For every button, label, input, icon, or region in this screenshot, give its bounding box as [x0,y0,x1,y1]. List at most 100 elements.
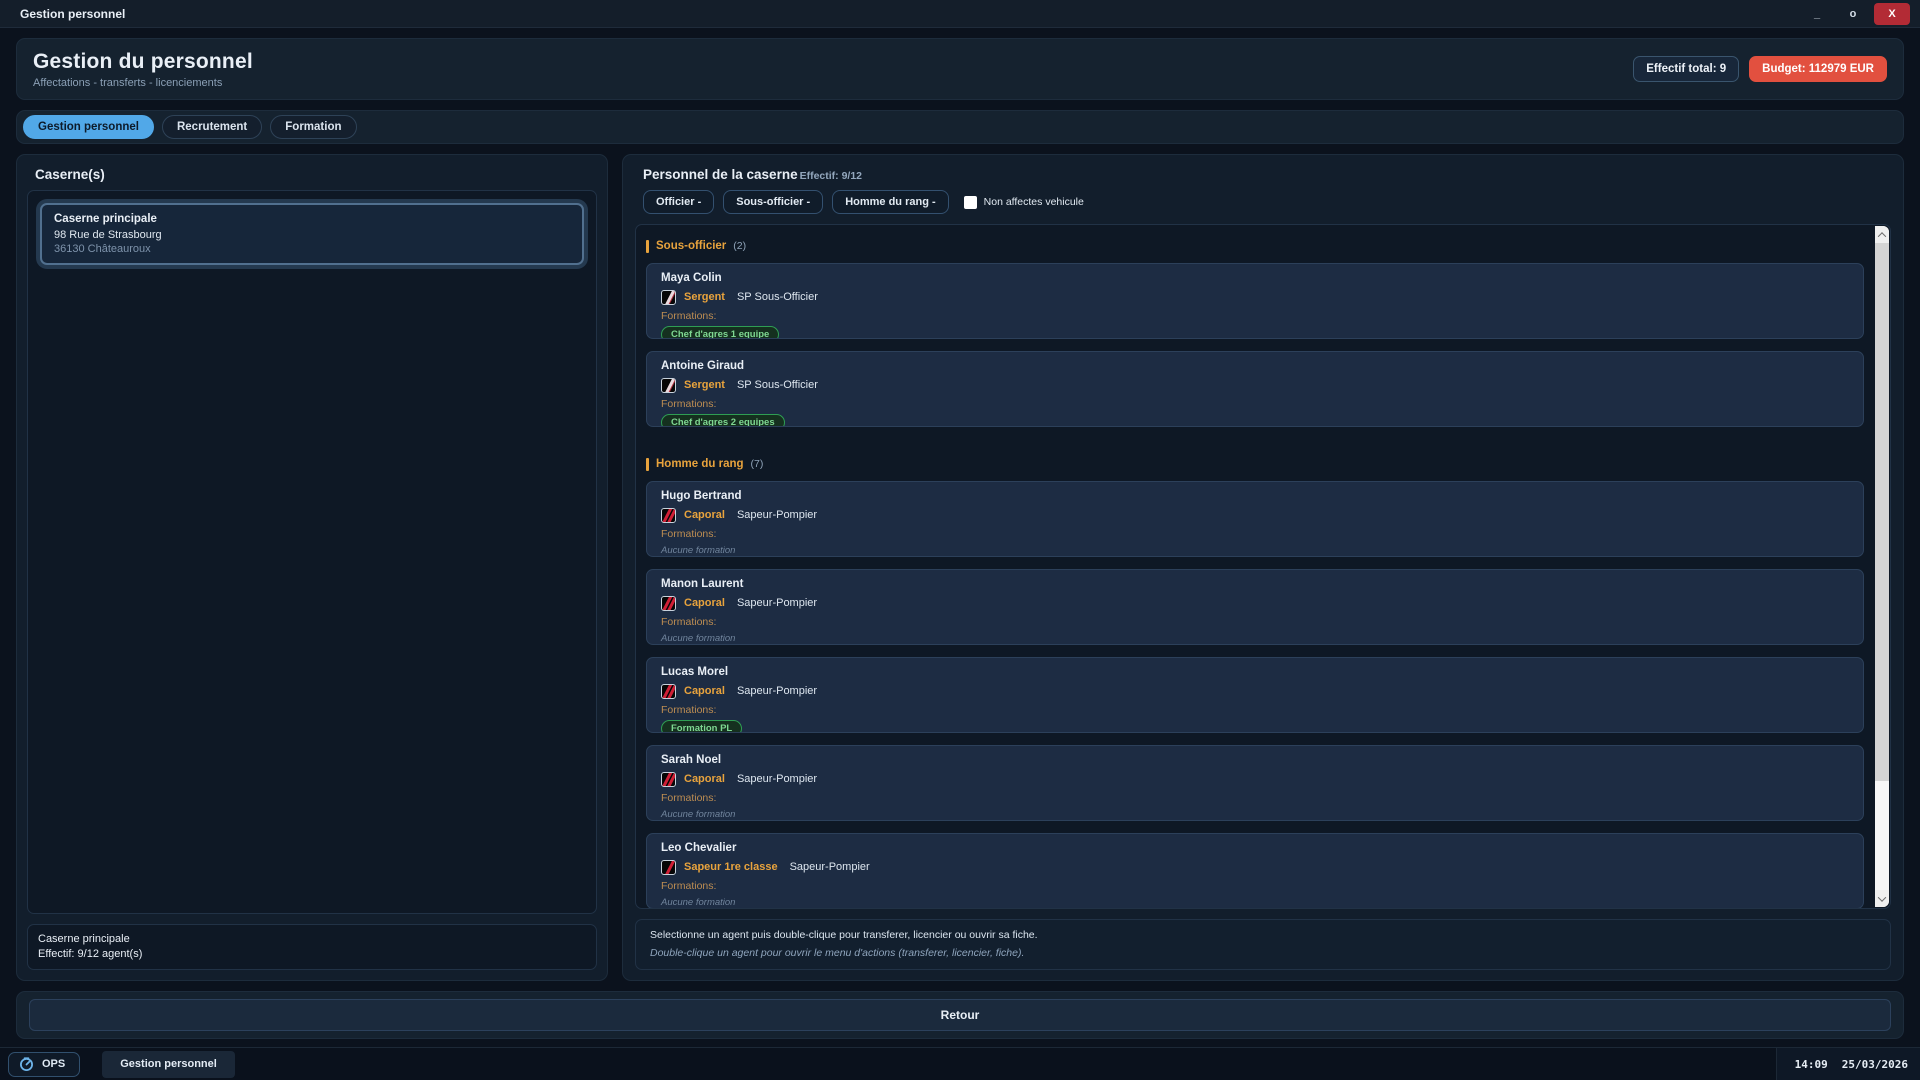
formation-slot: Chef d'agres 2 equipes [661,414,1849,427]
section-count: (2) [733,240,746,252]
rank-insignia-icon [661,684,676,699]
rank-filter-button[interactable]: Sous-officier - [723,190,823,214]
vehicle-filter: Non affectes vehicule [964,196,1084,209]
agent-card[interactable]: Lucas Morel Caporal Sapeur-Pompier Forma… [646,657,1864,733]
page-title: Gestion du personnel [33,50,253,74]
agent-card[interactable]: Maya Colin Sergent SP Sous-Officier Form… [646,263,1864,339]
personnel-list: Sous-officier (2) Maya Colin Sergent SP … [636,225,1890,908]
agent-card[interactable]: Antoine Giraud Sergent SP Sous-Officier … [646,351,1864,427]
agent-rank: Sergent [684,291,725,303]
tab-bar: Gestion personnel Recrutement Formation [16,110,1904,144]
agent-rank: Sapeur 1re classe [684,861,778,873]
tab-recrutement[interactable]: Recrutement [162,115,262,139]
scrollbar-up-icon[interactable] [1875,226,1889,243]
formations-label: Formations: [661,529,1849,540]
scrollbar-thumb[interactable] [1875,243,1889,781]
agent-rank-row: Caporal Sapeur-Pompier [661,595,1849,611]
formation-badge: Chef d'agres 1 equipe [661,326,779,339]
rank-filter-button[interactable]: Homme du rang - [832,190,948,214]
caserne-summary: Caserne principale Effectif: 9/12 agent(… [27,924,597,970]
page-subtitle: Affectations - transferts - licenciement… [33,77,253,89]
clock-time: 14:09 [1795,1058,1828,1071]
tab-gestion-personnel[interactable]: Gestion personnel [23,115,154,139]
agent-rank: Caporal [684,509,725,521]
formations-label: Formations: [661,881,1849,892]
agent-rank-row: Sapeur 1re classe Sapeur-Pompier [661,859,1849,875]
window-titlebar: Gestion personnel _ o X [0,0,1920,28]
agent-rank-row: Caporal Sapeur-Pompier [661,683,1849,699]
no-formation-text: Aucune formation [661,897,1849,908]
agent-card[interactable]: Hugo Bertrand Caporal Sapeur-Pompier For… [646,481,1864,557]
formation-badge: Formation PL [661,720,742,733]
agent-rank: Caporal [684,773,725,785]
rank-insignia-icon [661,860,676,875]
caserne-list: Caserne principale 98 Rue de Strasbourg … [27,190,597,914]
taskbar-item-gestion-personnel[interactable]: Gestion personnel [102,1051,235,1078]
no-formation-text: Aucune formation [661,633,1849,644]
rank-filter-button[interactable]: Officier - [643,190,714,214]
help-line-2: Double-clique un agent pour ouvrir le me… [650,946,1876,961]
caserne-city: 36130 Châteauroux [54,243,570,255]
agent-rank-row: Caporal Sapeur-Pompier [661,507,1849,523]
non-affectes-checkbox[interactable] [964,196,977,209]
caserne-name: Caserne principale [54,213,570,225]
casernes-panel: Caserne(s) Caserne principale 98 Rue de … [16,154,608,981]
formation-slot: Aucune formation [661,545,1849,556]
ops-button[interactable]: OPS [8,1052,80,1077]
formations-label: Formations: [661,705,1849,716]
personnel-panel-title: Personnel de la caserne [643,167,798,182]
agent-rank-row: Sergent SP Sous-Officier [661,377,1849,393]
rank-insignia-icon [661,772,676,787]
formation-slot: Chef d'agres 1 equipe [661,326,1849,339]
no-formation-text: Aucune formation [661,809,1849,820]
budget-badge: Budget: 112979 EUR [1749,56,1887,82]
close-button[interactable]: X [1874,3,1910,25]
agent-card[interactable]: Leo Chevalier Sapeur 1re classe Sapeur-P… [646,833,1864,908]
agent-name: Sarah Noel [661,754,1849,767]
maximize-button[interactable]: o [1838,3,1868,25]
agent-name: Antoine Giraud [661,360,1849,373]
caserne-card-selected[interactable]: Caserne principale 98 Rue de Strasbourg … [40,203,584,265]
casernes-panel-title: Caserne(s) [27,163,597,190]
no-formation-text: Aucune formation [661,545,1849,556]
personnel-filters: Officier - Sous-officier - Homme du rang -… [635,188,1891,224]
rank-insignia-icon [661,508,676,523]
app-area: Gestion du personnel Affectations - tran… [0,28,1920,1047]
agent-rank-row: Caporal Sapeur-Pompier [661,771,1849,787]
rank-insignia-icon [661,290,676,305]
agent-role: Sapeur-Pompier [737,509,817,521]
retour-bar: Retour [16,991,1904,1039]
personnel-section-header: Homme du rang (7) [646,455,1864,473]
formation-slot: Formation PL [661,720,1849,733]
caserne-summary-name: Caserne principale [38,932,586,947]
clock-area: 14:09 25/03/2026 [1776,1048,1920,1080]
agent-card[interactable]: Sarah Noel Caporal Sapeur-Pompier Format… [646,745,1864,821]
scrollbar[interactable] [1875,226,1889,907]
rank-insignia-icon [661,378,676,393]
formations-label: Formations: [661,793,1849,804]
gauge-icon [19,1057,34,1072]
agent-rank: Caporal [684,597,725,609]
section-accent-bar [646,458,649,471]
formations-label: Formations: [661,399,1849,410]
agent-name: Manon Laurent [661,578,1849,591]
personnel-section-header: Sous-officier (2) [646,237,1864,255]
retour-button[interactable]: Retour [29,999,1891,1031]
non-affectes-label: Non affectes vehicule [984,196,1084,208]
agent-role: SP Sous-Officier [737,379,818,391]
rank-insignia-icon [661,596,676,611]
scrollbar-down-icon[interactable] [1875,890,1889,907]
ops-label: OPS [42,1058,65,1070]
agent-role: Sapeur-Pompier [737,773,817,785]
tab-formation[interactable]: Formation [270,115,356,139]
agent-card[interactable]: Manon Laurent Caporal Sapeur-Pompier For… [646,569,1864,645]
agent-rank: Caporal [684,685,725,697]
agent-name: Leo Chevalier [661,842,1849,855]
formation-slot: Aucune formation [661,809,1849,820]
caserne-address: 98 Rue de Strasbourg [54,229,570,241]
minimize-button[interactable]: _ [1802,3,1832,25]
window-controls: _ o X [1802,3,1920,25]
agent-name: Maya Colin [661,272,1849,285]
agent-rank: Sergent [684,379,725,391]
taskbar: OPS Gestion personnel 14:09 25/03/2026 [0,1047,1920,1080]
